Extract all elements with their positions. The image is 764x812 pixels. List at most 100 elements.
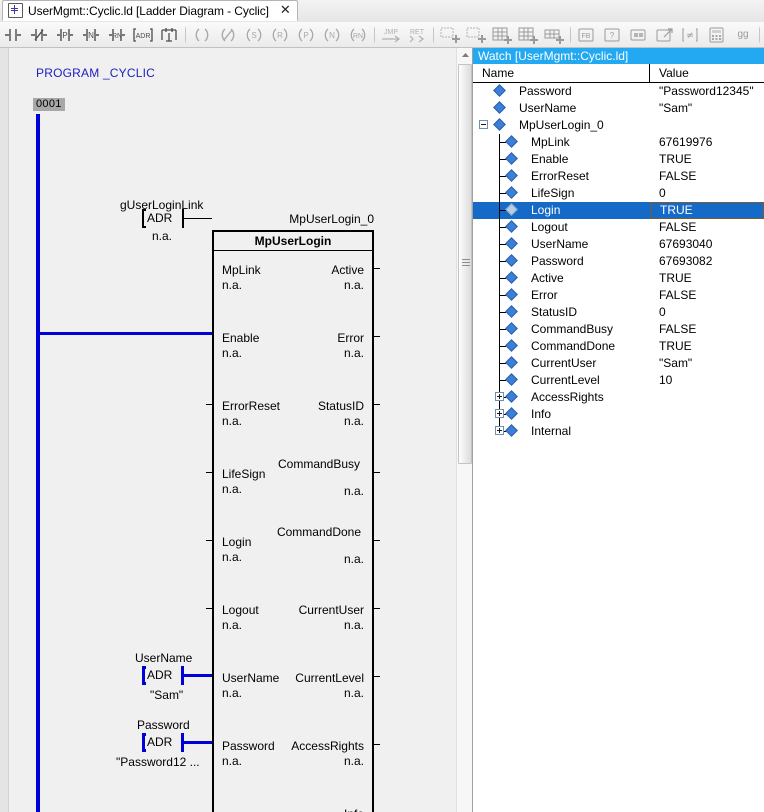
watch-row-value-cell[interactable]: FALSE [650,287,764,304]
pin-out-info[interactable]: Info [344,808,364,812]
watch-row-name-cell[interactable]: Enable [473,151,650,168]
pin-in-login[interactable]: Login [222,536,251,549]
watch-row-name-cell[interactable]: Active [473,270,650,287]
watch-row-name-cell[interactable]: CurrentLevel [473,372,650,389]
watch-row-name-cell[interactable]: Info [473,406,650,423]
insert-cell-button[interactable] [515,23,541,47]
adr-box-2[interactable]: ADR [142,733,184,752]
tab-usermgmt-cyclic[interactable]: UserMgmt::Cyclic.ld [Ladder Diagram - Cy… [2,0,298,21]
pin-in-logout[interactable]: Logout [222,604,259,617]
pin-out-error[interactable]: Error [337,332,364,345]
watch-row-name-cell[interactable]: Logout [473,219,650,236]
watch-row[interactable]: AccessRights [473,389,764,406]
watch-row[interactable]: Internal [473,423,764,440]
pin-out-active[interactable]: Active [331,264,364,277]
contact-p-button[interactable]: P [52,23,78,47]
coil-negated-button[interactable] [215,23,241,47]
watch-row-value-cell[interactable]: 0 [650,185,764,202]
coil-button[interactable] [189,23,215,47]
watch-row-value-cell[interactable]: "Sam" [650,100,764,117]
watch-row[interactable]: Active TRUE [473,270,764,287]
scrollbar-thumb[interactable] [458,64,472,464]
insert-network-button[interactable] [437,23,463,47]
watch-row-name-cell[interactable]: CurrentUser [473,355,650,372]
watch-row[interactable]: Password "Password12345" [473,83,764,100]
watch-row[interactable]: MpUserLogin_0 [473,117,764,134]
watch-row[interactable]: Logout FALSE [473,219,764,236]
watch-row-name-cell[interactable]: UserName [473,236,650,253]
watch-row-value-cell[interactable]: 67693040 [650,236,764,253]
pin-out-statusid[interactable]: StatusID [318,400,364,413]
coil-rn-button[interactable]: RN [345,23,371,47]
coil-p-button[interactable]: P [293,23,319,47]
tree-collapse-icon[interactable] [479,120,488,129]
watch-row-value-cell[interactable]: FALSE [650,219,764,236]
insert-column-button[interactable] [489,23,515,47]
watch-row-value-cell[interactable] [650,423,764,440]
ladder-canvas[interactable]: PROGRAM _CYCLIC 0001 gUserLoginLink ADR … [0,48,456,812]
watch-row-value-cell[interactable] [650,117,764,134]
pin-in-errorreset[interactable]: ErrorReset [222,400,280,413]
watch-row[interactable]: CurrentUser "Sam" [473,355,764,372]
rung-number-badge[interactable]: 0001 [33,98,65,111]
column-header-value[interactable]: Value [650,64,764,82]
append-row-button[interactable] [463,23,489,47]
jump-button[interactable]: JMP [378,23,404,47]
watch-row-value-cell[interactable]: 0 [650,304,764,321]
column-header-name[interactable]: Name [473,64,650,82]
unknown-block-button[interactable]: ? [600,23,626,47]
contact-n-button[interactable]: N [78,23,104,47]
tree-expand-icon[interactable] [495,409,504,418]
pin-in-password[interactable]: Password [222,740,275,753]
ladder-vertical-scrollbar[interactable] [456,48,473,812]
watch-row-value-cell[interactable] [650,389,764,406]
scroll-up-icon[interactable] [457,48,473,62]
branch-button[interactable] [156,23,182,47]
watch-row-name-cell[interactable]: Login [473,202,650,219]
force-button[interactable]: gg [730,23,756,47]
pin-out-accessrights[interactable]: AccessRights [291,740,364,753]
watch-row[interactable]: MpLink 67619976 [473,134,764,151]
watch-row-value-cell[interactable]: TRUE [650,151,764,168]
watch-row-name-cell[interactable]: ErrorReset [473,168,650,185]
watch-row-name-cell[interactable]: Internal [473,423,650,440]
watch-row[interactable]: CommandBusy FALSE [473,321,764,338]
coil-n-button[interactable]: N [319,23,345,47]
compare-block-button[interactable]: ≠ [678,23,704,47]
watch-row[interactable]: Enable TRUE [473,151,764,168]
watch-row-name-cell[interactable]: CommandDone [473,338,650,355]
watch-row-name-cell[interactable]: CommandBusy [473,321,650,338]
watch-row-name-cell[interactable]: Password [473,253,650,270]
watch-row[interactable]: Error FALSE [473,287,764,304]
function-block-button[interactable]: FB [574,23,600,47]
watch-row-value-cell[interactable]: TRUE [650,270,764,287]
watch-row-value-cell[interactable]: 67693082 [650,253,764,270]
contact-rn-button[interactable]: RN [104,23,130,47]
goto-block-button[interactable] [652,23,678,47]
watch-row[interactable]: Info [473,406,764,423]
watch-row-name-cell[interactable]: StatusID [473,304,650,321]
watch-row-name-cell[interactable]: LifeSign [473,185,650,202]
contact-nc-button[interactable] [26,23,52,47]
watch-row[interactable]: Login TRUE [473,202,764,219]
pin-in-lifesign[interactable]: LifeSign [222,468,265,481]
pin-in-enable[interactable]: Enable [222,332,259,345]
watch-row-value-cell[interactable] [650,406,764,423]
watch-row[interactable]: CommandDone TRUE [473,338,764,355]
watch-row-value-cell[interactable]: FALSE [650,168,764,185]
tree-expand-icon[interactable] [495,426,504,435]
watch-row[interactable]: UserName 67693040 [473,236,764,253]
pin-out-commandbusy[interactable]: CommandBusy [274,458,364,471]
watch-row[interactable]: ErrorReset FALSE [473,168,764,185]
watch-row-name-cell[interactable]: MpUserLogin_0 [473,117,650,134]
watch-row[interactable]: CurrentLevel 10 [473,372,764,389]
watch-row-value-cell[interactable]: TRUE [650,338,764,355]
watch-row-name-cell[interactable]: UserName [473,100,650,117]
watch-row[interactable]: UserName "Sam" [473,100,764,117]
contact-no-button[interactable] [0,23,26,47]
coil-set-button[interactable]: S [241,23,267,47]
append-cell-button[interactable] [541,23,567,47]
watch-row-name-cell[interactable]: AccessRights [473,389,650,406]
watch-row[interactable]: StatusID 0 [473,304,764,321]
pin-out-currentuser[interactable]: CurrentUser [299,604,364,617]
